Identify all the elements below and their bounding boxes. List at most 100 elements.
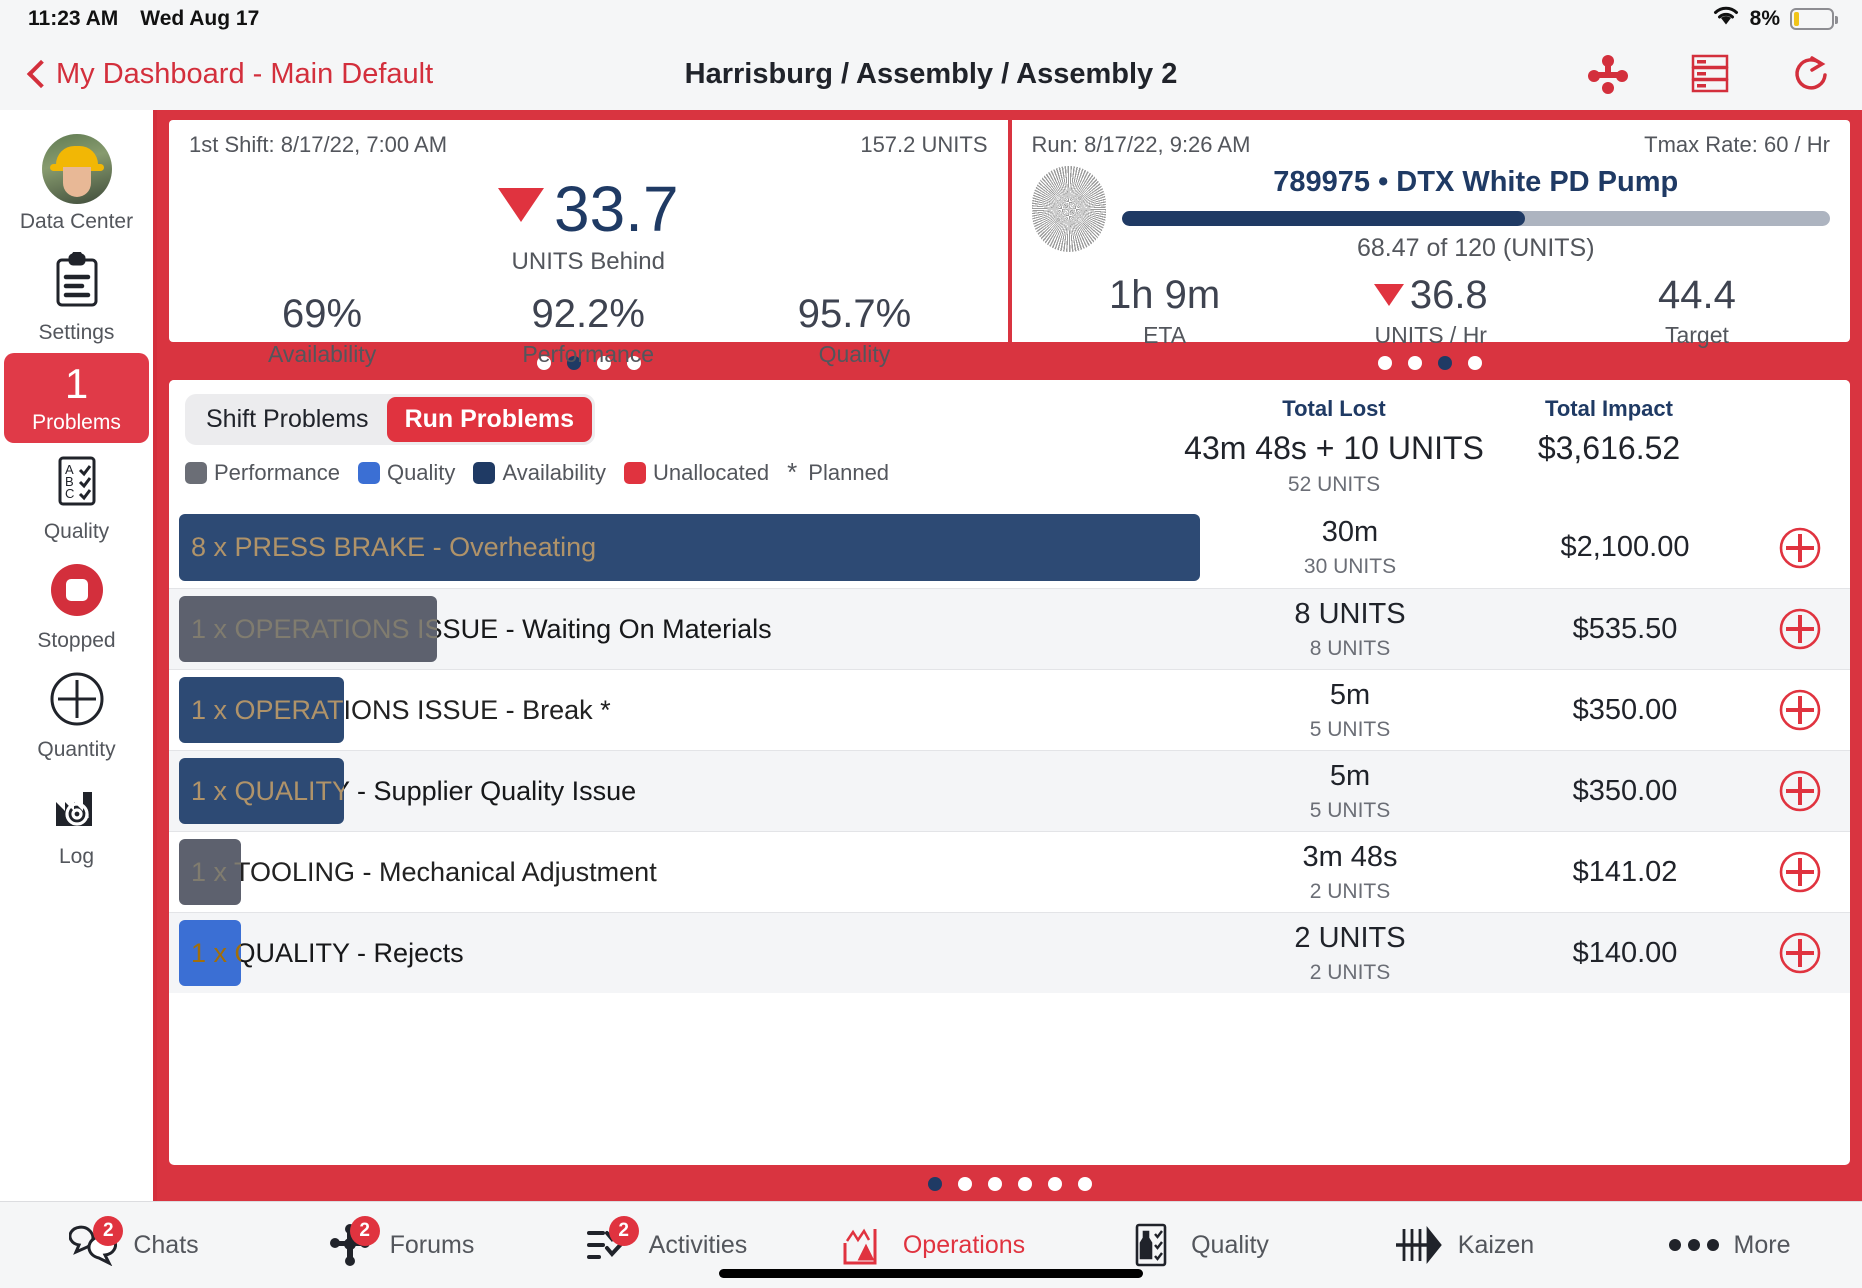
forum-network-icon: 2 xyxy=(324,1222,376,1268)
add-problem-button[interactable] xyxy=(1750,769,1850,813)
sidebar-item-quality[interactable]: A B C Quality xyxy=(4,443,149,552)
tab-label: Quality xyxy=(1191,1231,1269,1260)
plus-circle-icon[interactable] xyxy=(1778,607,1822,651)
total-lost-label: Total Lost xyxy=(1184,396,1484,422)
pager-dot[interactable] xyxy=(928,1177,942,1191)
pager-dot[interactable] xyxy=(1078,1177,1092,1191)
lost-units: 2 UNITS xyxy=(1200,880,1500,904)
table-row[interactable]: 1 x OPERATIONS ISSUE - Break *5m5 UNITS$… xyxy=(169,669,1850,750)
table-row[interactable]: 1 x TOOLING - Mechanical Adjustment3m 48… xyxy=(169,831,1850,912)
problems-count: 1 xyxy=(65,363,88,405)
battery-icon xyxy=(1790,8,1834,30)
sidebar-item-problems[interactable]: 1 Problems xyxy=(4,353,149,443)
metric-value: 95.7% xyxy=(721,292,987,337)
lost-value: 3m 48s xyxy=(1200,841,1500,874)
list-rows-icon[interactable] xyxy=(1688,52,1732,96)
tab-more[interactable]: More xyxy=(1596,1222,1862,1268)
legend-item-performance: Performance xyxy=(185,460,340,486)
add-problem-button[interactable] xyxy=(1750,931,1850,975)
impact-value: $535.50 xyxy=(1500,613,1750,646)
back-button[interactable]: My Dashboard - Main Default xyxy=(28,58,433,91)
metric-label: ETA xyxy=(1032,322,1298,349)
tab-forums[interactable]: 2 Forums xyxy=(266,1222,532,1268)
tab-kaizen[interactable]: Kaizen xyxy=(1330,1222,1596,1268)
run-progress-text: 68.47 of 120 (UNITS) xyxy=(1122,234,1831,263)
tab-quality[interactable]: Quality xyxy=(1064,1222,1330,1268)
problem-bar-cell: 1 x QUALITY - Supplier Quality Issue xyxy=(169,751,1200,831)
tab-shift-problems[interactable]: Shift Problems xyxy=(188,397,387,442)
problem-rows: 8 x PRESS BRAKE - Overheating30m30 UNITS… xyxy=(169,507,1850,1165)
problems-pager[interactable] xyxy=(169,1165,1850,1201)
legend-label: Planned xyxy=(808,460,889,486)
lost-value: 2 UNITS xyxy=(1200,922,1500,955)
legend-swatch xyxy=(473,462,495,484)
plus-circle-icon[interactable] xyxy=(1778,688,1822,732)
app-root: 11:23 AM Wed Aug 17 8% My Dashboard - Ma… xyxy=(0,0,1862,1288)
refresh-icon[interactable] xyxy=(1790,52,1834,96)
cell-total-impact: $535.50 xyxy=(1500,613,1750,646)
pager-dot[interactable] xyxy=(1378,356,1392,370)
table-row[interactable]: 1 x QUALITY - Rejects2 UNITS2 UNITS$140.… xyxy=(169,912,1850,993)
plus-circle-icon[interactable] xyxy=(1778,850,1822,894)
shift-card[interactable]: 1st Shift: 8/17/22, 7:00 AM 157.2 UNITS … xyxy=(169,120,1008,342)
sidebar-item-stopped[interactable]: Stopped xyxy=(4,552,149,661)
pager-dot[interactable] xyxy=(988,1177,1002,1191)
pager-dot[interactable] xyxy=(1408,356,1422,370)
table-row[interactable]: 1 x QUALITY - Supplier Quality Issue5m5 … xyxy=(169,750,1850,831)
metric-units-hr: 36.8 UNITS / Hr xyxy=(1298,273,1564,349)
tab-operations[interactable]: Operations xyxy=(798,1222,1064,1268)
totals: Total Lost 43m 48s + 10 UNITS 52 UNITS T… xyxy=(1184,394,1834,497)
factory-at-icon xyxy=(48,780,106,839)
cell-total-lost: 5m 5 UNITS xyxy=(1200,679,1500,742)
chevron-left-icon xyxy=(28,60,44,88)
tab-label: Operations xyxy=(903,1231,1025,1260)
lost-value: 5m xyxy=(1200,679,1500,712)
pager-dot[interactable] xyxy=(1018,1177,1032,1191)
sidebar-item-settings[interactable]: Settings xyxy=(4,242,149,353)
total-lost-sub: 52 UNITS xyxy=(1184,473,1484,497)
add-problem-button[interactable] xyxy=(1750,607,1850,651)
badge-count: 2 xyxy=(609,1216,639,1246)
metric-value: 44.4 xyxy=(1564,273,1830,318)
tab-activities[interactable]: 2 Activities xyxy=(532,1222,798,1268)
run-card[interactable]: Run: 8/17/22, 9:26 AM Tmax Rate: 60 / Hr… xyxy=(1012,120,1851,342)
run-progress-bar xyxy=(1122,211,1831,226)
tab-chats[interactable]: 2 Chats xyxy=(0,1222,266,1268)
sidebar-item-data-center[interactable]: Data Center xyxy=(4,124,149,242)
page-title: Harrisburg / Assembly / Assembly 2 xyxy=(685,58,1178,91)
plus-circle-icon[interactable] xyxy=(1778,526,1822,570)
problem-label: 1 x OPERATIONS ISSUE - Break * xyxy=(169,695,611,726)
metric-label: Performance xyxy=(455,341,721,368)
cell-total-impact: $140.00 xyxy=(1500,937,1750,970)
cell-total-lost: 2 UNITS2 UNITS xyxy=(1200,922,1500,985)
table-row[interactable]: 1 x OPERATIONS ISSUE - Waiting On Materi… xyxy=(169,588,1850,669)
checklist-icon: 2 xyxy=(583,1222,635,1268)
plus-circle-icon[interactable] xyxy=(1778,769,1822,813)
plus-circle-icon[interactable] xyxy=(1778,931,1822,975)
pager-dot[interactable] xyxy=(1468,356,1482,370)
network-nodes-icon[interactable] xyxy=(1586,52,1630,96)
metric-label: UNITS / Hr xyxy=(1298,322,1564,349)
sidebar-item-log[interactable]: Log xyxy=(4,770,149,877)
back-label: My Dashboard - Main Default xyxy=(56,58,433,91)
lost-units: 5 UNITS xyxy=(1200,799,1500,823)
lost-units: 5 UNITS xyxy=(1200,718,1500,742)
tab-run-problems[interactable]: Run Problems xyxy=(387,397,592,442)
legend-swatch xyxy=(624,462,646,484)
badge-count: 2 xyxy=(350,1216,380,1246)
total-lost: Total Lost 43m 48s + 10 UNITS 52 UNITS xyxy=(1184,396,1484,497)
wifi-icon xyxy=(1712,5,1740,33)
pager-dot[interactable] xyxy=(958,1177,972,1191)
problem-bar-cell: 1 x TOOLING - Mechanical Adjustment xyxy=(169,832,1200,912)
problems-tabs[interactable]: Shift Problems Run Problems xyxy=(185,394,595,445)
pager-dot[interactable] xyxy=(1048,1177,1062,1191)
total-impact-value: $3,616.52 xyxy=(1484,430,1734,467)
add-problem-button[interactable] xyxy=(1750,526,1850,570)
add-problem-button[interactable] xyxy=(1750,850,1850,894)
sidebar-item-quantity[interactable]: Quantity xyxy=(4,661,149,770)
pager-dot[interactable] xyxy=(1438,356,1452,370)
table-row[interactable]: 8 x PRESS BRAKE - Overheating30m30 UNITS… xyxy=(169,507,1850,588)
chat-bubbles-icon: 2 xyxy=(67,1222,119,1268)
metric-value: 69% xyxy=(189,292,455,337)
add-problem-button[interactable] xyxy=(1750,688,1850,732)
